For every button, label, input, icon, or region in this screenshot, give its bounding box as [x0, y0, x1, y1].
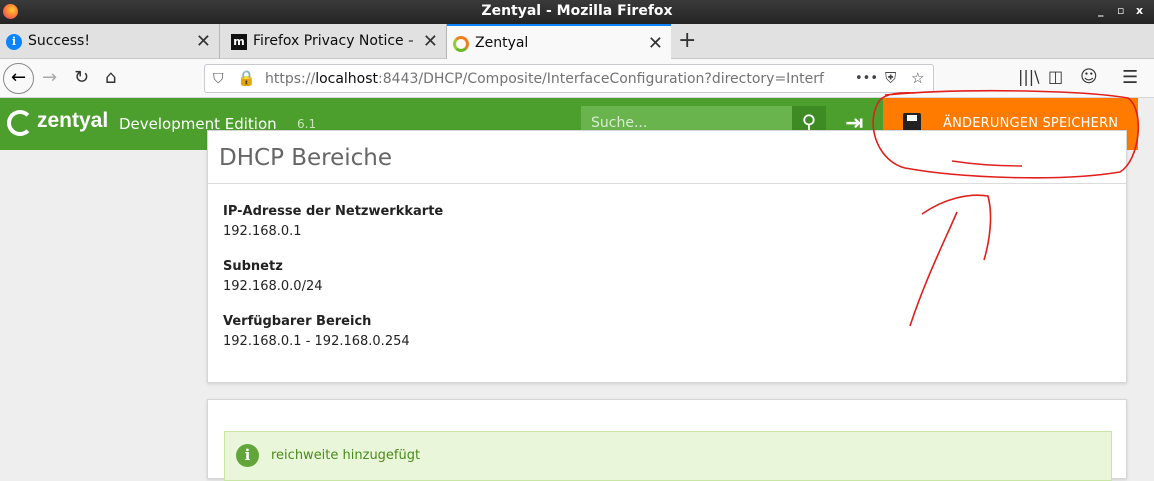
divider — [208, 183, 1126, 184]
info-icon: i — [6, 34, 22, 50]
forward-arrow-icon[interactable]: → — [42, 67, 57, 88]
field-value: 192.168.0.1 - 192.168.0.254 — [223, 334, 410, 349]
insecure-lock-icon[interactable]: 🔒 — [237, 69, 256, 87]
section-title: DHCP Bereiche — [219, 145, 393, 171]
tab-label: Zentyal — [475, 35, 529, 51]
close-window-button[interactable]: x — [1136, 4, 1143, 17]
brand-name: zentyal — [37, 109, 109, 132]
message-card: i reichweite hinzugefügt — [207, 399, 1127, 481]
home-icon[interactable]: ⌂ — [105, 67, 116, 88]
url-prefix: https:// — [265, 71, 316, 87]
zentyal-icon — [453, 36, 469, 52]
tab-success[interactable]: i Success! ✕ — [0, 24, 220, 59]
field-label: Verfügbarer Bereich — [223, 314, 372, 329]
url-path: :8443/DHCP/Composite/InterfaceConfigurat… — [378, 71, 825, 87]
tab-zentyal[interactable]: Zentyal ✕ — [447, 24, 671, 59]
account-icon[interactable]: ☺ — [1080, 67, 1098, 87]
minimize-button[interactable]: _ — [1098, 4, 1104, 17]
url-text[interactable]: https://localhost:8443/DHCP/Composite/In… — [265, 71, 825, 87]
close-tab-icon[interactable]: ✕ — [648, 33, 663, 54]
bookmark-star-icon[interactable]: ☆ — [911, 69, 924, 87]
zentyal-logo-icon — [7, 110, 33, 136]
tab-privacy-notice[interactable]: m Firefox Privacy Notice — ✕ — [225, 24, 447, 59]
menu-icon[interactable]: ☰ — [1122, 67, 1138, 88]
page-scrollbar[interactable] — [1138, 98, 1154, 465]
close-tab-icon[interactable]: ✕ — [196, 31, 211, 52]
maximize-button[interactable]: ▫ — [1117, 4, 1124, 17]
mozilla-m-icon: m — [231, 34, 247, 50]
field-value: 192.168.0.1 — [223, 224, 302, 239]
window-title: Zentyal - Mozilla Firefox — [481, 3, 673, 19]
field-value: 192.168.0.0/24 — [223, 279, 323, 294]
url-host: localhost — [315, 71, 379, 87]
info-icon: i — [236, 444, 259, 467]
new-tab-icon[interactable]: + — [678, 28, 696, 53]
url-bar[interactable]: ⛉ 🔒 https://localhost:8443/DHCP/Composit… — [204, 64, 934, 93]
sidebar-icon[interactable]: ◫ — [1048, 67, 1063, 86]
reload-icon[interactable]: ↻ — [74, 67, 89, 88]
tab-label: Success! — [28, 33, 90, 49]
window-titlebar: Zentyal - Mozilla Firefox _ ▫ x — [0, 0, 1154, 24]
close-tab-icon[interactable]: ✕ — [423, 31, 438, 52]
library-icon[interactable]: |||\ — [1018, 67, 1040, 86]
navigation-bar: ← → ↻ ⌂ ⛉ 🔒 https://localhost:8443/DHCP/… — [0, 59, 1154, 98]
dhcp-ranges-card: DHCP Bereiche IP-Adresse der Netzwerkkar… — [207, 130, 1127, 383]
field-label: IP-Adresse der Netzwerkkarte — [223, 204, 444, 219]
success-message-text: reichweite hinzugefügt — [271, 448, 421, 463]
back-arrow-icon[interactable]: ← — [3, 63, 34, 94]
tab-label: Firefox Privacy Notice — — [253, 33, 413, 49]
field-label: Subnetz — [223, 259, 283, 274]
tracking-shield-icon[interactable]: ⛉ — [213, 71, 224, 87]
tab-bar: i Success! ✕ m Firefox Privacy Notice — … — [0, 24, 1154, 59]
page-actions-icon[interactable]: ••• — [855, 71, 878, 86]
success-message: i reichweite hinzugefügt — [224, 431, 1112, 481]
pocket-icon[interactable]: ⛨ — [885, 69, 896, 87]
version-label: 6.1 — [297, 117, 317, 131]
save-changes-label: ÄNDERUNGEN SPEICHERN — [943, 116, 1119, 131]
